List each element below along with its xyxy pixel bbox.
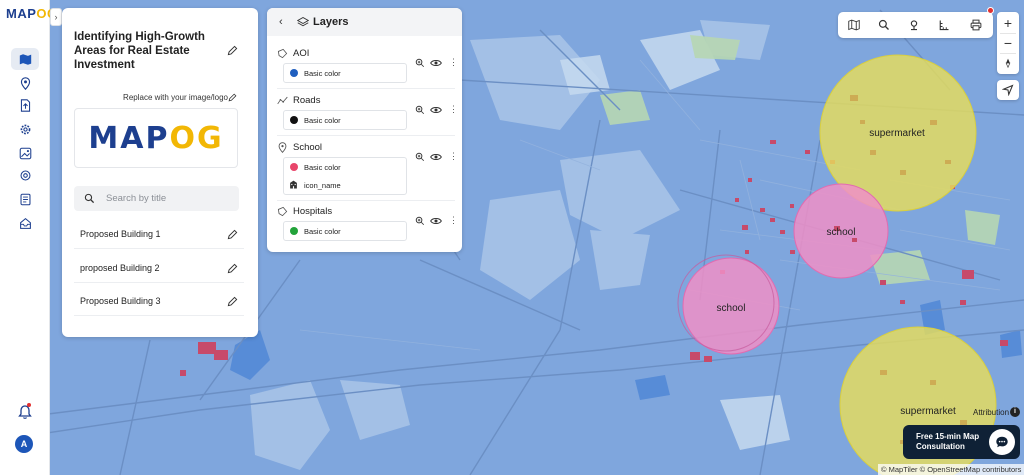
more-options-icon[interactable]: ⋮ [449, 57, 458, 67]
polygon-icon [277, 206, 288, 217]
layers-title: Layers [313, 16, 349, 28]
zoom-to-layer-icon[interactable] [415, 58, 425, 68]
layer-name: AOI [293, 48, 310, 59]
school-label-1: school [827, 227, 856, 238]
edit-icon[interactable] [227, 263, 238, 274]
more-options-icon[interactable]: ⋮ [449, 151, 458, 161]
more-options-icon[interactable]: ⋮ [449, 104, 458, 114]
layer-name: Roads [293, 95, 321, 106]
locate-me-button[interactable] [997, 80, 1019, 100]
search-box[interactable] [74, 186, 239, 211]
gear-icon[interactable] [11, 118, 39, 140]
eye-icon[interactable] [430, 105, 442, 115]
project-panel: Identifying High-Growth Areas for Real E… [62, 8, 258, 337]
project-item-label: Proposed Building 3 [80, 295, 161, 306]
compass-icon[interactable] [997, 53, 1019, 73]
project-title: Identifying High-Growth Areas for Real E… [74, 31, 205, 71]
zoom-out-button[interactable]: − [997, 33, 1019, 53]
image-map-icon[interactable] [11, 142, 39, 164]
style-label: icon_name [304, 181, 341, 190]
layers-panel: ‹ Layers AOI ⋮ Basic color Roads ⋮ Basic… [267, 8, 462, 252]
navigation-arrow-icon [1002, 84, 1014, 96]
search-icon[interactable] [878, 19, 890, 31]
eye-icon[interactable] [430, 216, 442, 226]
notification-dot [27, 403, 31, 407]
style-label: Basic color [304, 116, 341, 125]
edit-icon[interactable] [227, 229, 238, 240]
layer-style-box[interactable]: Basic color [283, 110, 407, 130]
project-item[interactable]: proposed Building 2 [74, 253, 244, 283]
line-icon [277, 96, 288, 105]
zoom-to-layer-icon[interactable] [415, 152, 425, 162]
project-logo[interactable]: MAPOG [74, 108, 238, 168]
map-credits[interactable]: © MapTiler © OpenStreetMap contributors [878, 464, 1024, 475]
style-label: Basic color [304, 227, 341, 236]
zoom-in-button[interactable]: + [997, 13, 1019, 33]
supermarket-label-2: supermarket [900, 406, 956, 417]
print-icon[interactable] [970, 19, 982, 31]
search-input[interactable] [106, 190, 231, 207]
layer-style-box[interactable]: Basic color [283, 63, 407, 83]
layers-header: ‹ Layers [267, 8, 462, 36]
layer-name: Hospitals [293, 206, 333, 217]
consultation-label: Free 15-min Map Consultation [916, 432, 980, 451]
polygon-icon [277, 48, 288, 59]
document-list-icon[interactable] [11, 188, 39, 210]
project-item[interactable]: Proposed Building 1 [74, 219, 244, 249]
zoom-to-layer-icon[interactable] [415, 105, 425, 115]
inbox-icon[interactable] [11, 212, 39, 234]
zoom-control: + − [997, 12, 1019, 74]
map-icon[interactable] [848, 19, 860, 31]
pin-icon[interactable] [908, 19, 920, 31]
attribution-label[interactable]: Attribution [973, 408, 1009, 417]
building-icon [290, 180, 297, 189]
project-item-label: proposed Building 2 [80, 262, 160, 273]
layer-actions: ⋮ [415, 57, 458, 70]
replace-logo-label[interactable]: Replace with your image/logo [123, 93, 228, 102]
back-chevron-icon[interactable]: ‹ [279, 16, 283, 28]
layer-actions: ⋮ [415, 151, 458, 164]
style-label: Basic color [304, 69, 341, 78]
edit-logo-icon[interactable] [228, 93, 237, 102]
edit-title-icon[interactable] [227, 45, 238, 56]
search-icon [84, 193, 95, 204]
toolbar-notification-dot [987, 7, 994, 14]
project-item-label: Proposed Building 1 [80, 228, 161, 239]
school-label-2: school [717, 303, 746, 314]
eye-icon[interactable] [430, 58, 442, 68]
zoom-to-layer-icon[interactable] [415, 216, 425, 226]
edit-icon[interactable] [227, 296, 238, 307]
supermarket-label-1: supermarket [869, 128, 925, 139]
layer-actions: ⋮ [415, 104, 458, 117]
map-toolbar [838, 12, 993, 38]
more-options-icon[interactable]: ⋮ [449, 215, 458, 225]
map-icon[interactable] [11, 48, 39, 70]
avatar[interactable]: A [15, 435, 33, 453]
ruler-icon[interactable] [938, 19, 950, 31]
eye-icon[interactable] [430, 152, 442, 162]
info-icon[interactable]: i [1010, 407, 1020, 417]
layer-name: School [293, 142, 323, 153]
expand-panel-button[interactable]: › [50, 8, 62, 26]
upload-file-icon[interactable] [11, 94, 39, 116]
chat-button[interactable] [989, 429, 1015, 455]
style-label: Basic color [304, 163, 341, 172]
pin-icon [278, 142, 287, 153]
layers-icon [297, 16, 309, 27]
location-pin-icon[interactable] [11, 72, 39, 94]
settings-cog-icon[interactable] [11, 164, 39, 186]
layer-style-box[interactable]: Basic color [283, 221, 407, 241]
chat-icon [996, 436, 1008, 448]
layer-actions: ⋮ [415, 215, 458, 228]
left-rail: MAPOG A [0, 0, 57, 475]
bell-icon[interactable] [17, 404, 33, 420]
project-item[interactable]: Proposed Building 3 [74, 286, 244, 316]
layer-style-box[interactable]: Basic color icon_name [283, 157, 407, 195]
